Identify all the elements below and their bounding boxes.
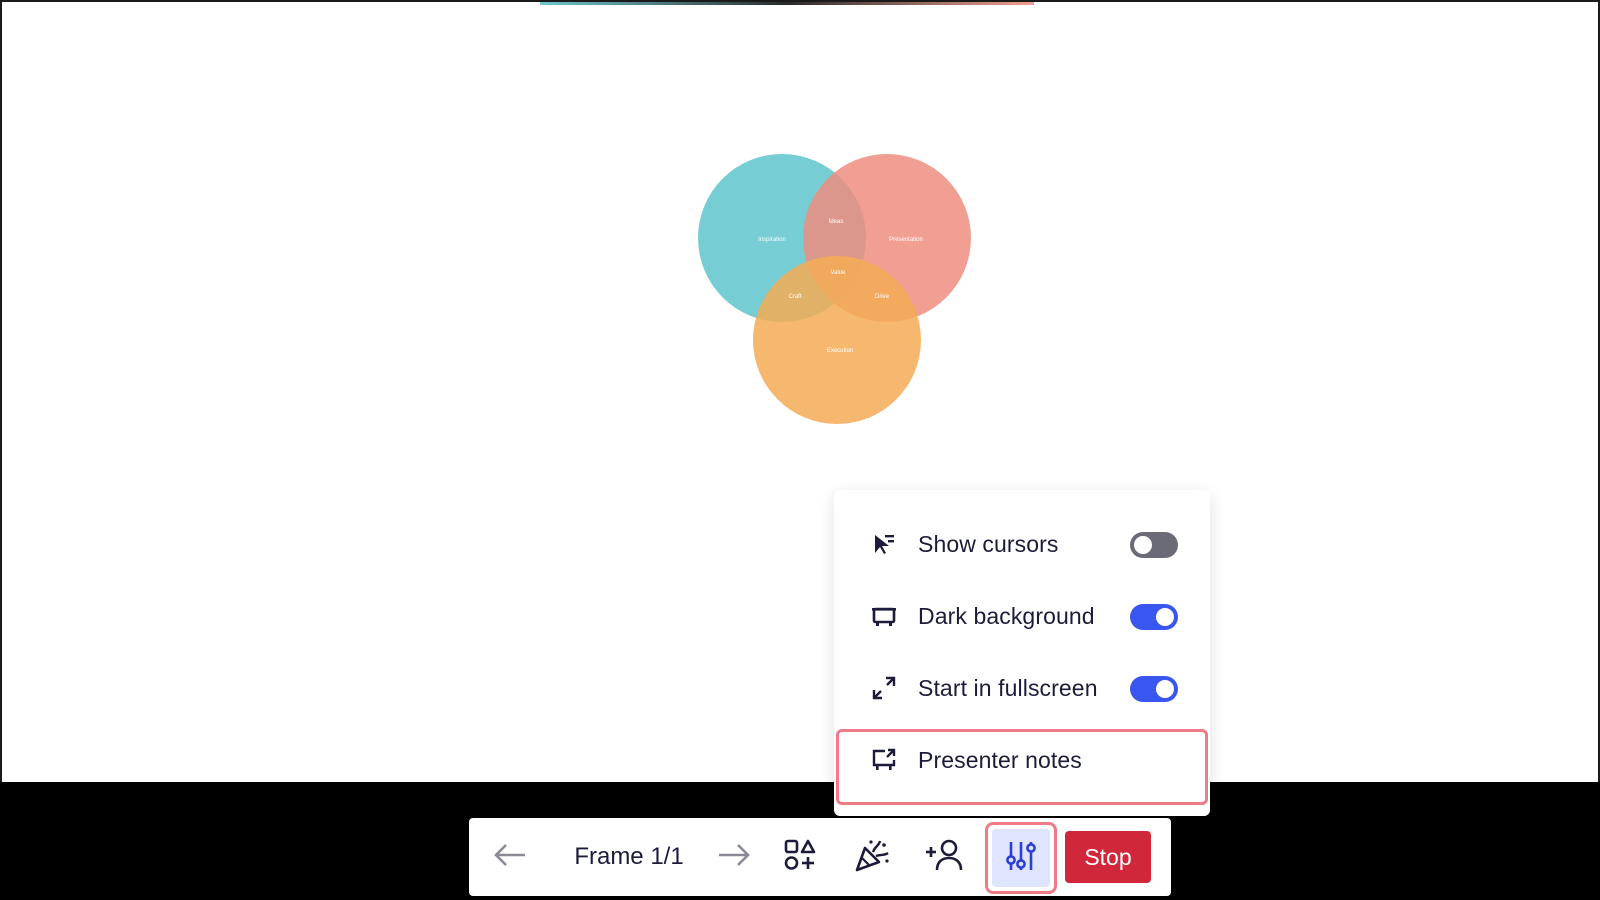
presentation-settings-menu: Show cursors Dark background Start in fu… [834, 490, 1210, 816]
invite-people-button[interactable] [909, 818, 979, 896]
venn-label-right-overlap: Drive [875, 294, 890, 300]
next-frame-button[interactable] [701, 818, 767, 896]
venn-label-center: Value [831, 270, 847, 276]
menu-item-label: Dark background [918, 602, 1095, 629]
presentation-frame: Inspiration Presentation Ideas Value Cra… [0, 0, 1600, 782]
menu-item-start-fullscreen[interactable]: Start in fullscreen [834, 652, 1210, 724]
celebrate-button[interactable] [835, 818, 909, 896]
party-popper-icon [853, 836, 891, 879]
venn-label-left: Inspiration [758, 237, 786, 243]
frame-counter: Frame 1/1 [549, 818, 709, 896]
menu-item-label: Show cursors [918, 530, 1059, 557]
start-fullscreen-toggle[interactable] [1130, 676, 1178, 702]
menu-item-label: Presenter notes [918, 746, 1082, 773]
menu-item-label: Start in fullscreen [918, 674, 1098, 701]
menu-item-show-cursors[interactable]: Show cursors [834, 508, 1210, 580]
monitor-icon [870, 602, 898, 630]
stop-presentation-button[interactable]: Stop [1065, 831, 1151, 883]
shapes-add-icon [783, 838, 817, 877]
venn-diagram: Inspiration Presentation Ideas Value Cra… [698, 154, 971, 424]
add-person-icon [924, 838, 964, 877]
add-shapes-button[interactable] [765, 818, 835, 896]
menu-item-presenter-notes[interactable]: Presenter notes [834, 724, 1210, 796]
show-cursors-toggle[interactable] [1130, 532, 1178, 558]
venn-label-bottom: Execution [827, 348, 853, 354]
cursor-icon [870, 530, 898, 558]
arrow-left-icon [492, 841, 528, 874]
venn-label-right: Presentation [889, 237, 923, 243]
external-screen-icon [870, 746, 898, 774]
menu-item-dark-background[interactable]: Dark background [834, 580, 1210, 652]
arrow-right-icon [716, 841, 752, 874]
venn-label-left-overlap: Craft [788, 294, 801, 300]
settings-button-bg [992, 829, 1050, 887]
dark-background-toggle[interactable] [1130, 604, 1178, 630]
venn-label-top-overlap: Ideas [829, 219, 844, 225]
previous-frame-button[interactable] [477, 818, 543, 896]
venn-circle-bottom [753, 256, 921, 424]
presentation-settings-button[interactable] [985, 822, 1057, 894]
frame-counter-label: Frame 1/1 [574, 843, 684, 870]
expand-icon [870, 674, 898, 702]
sliders-icon [1004, 839, 1038, 878]
